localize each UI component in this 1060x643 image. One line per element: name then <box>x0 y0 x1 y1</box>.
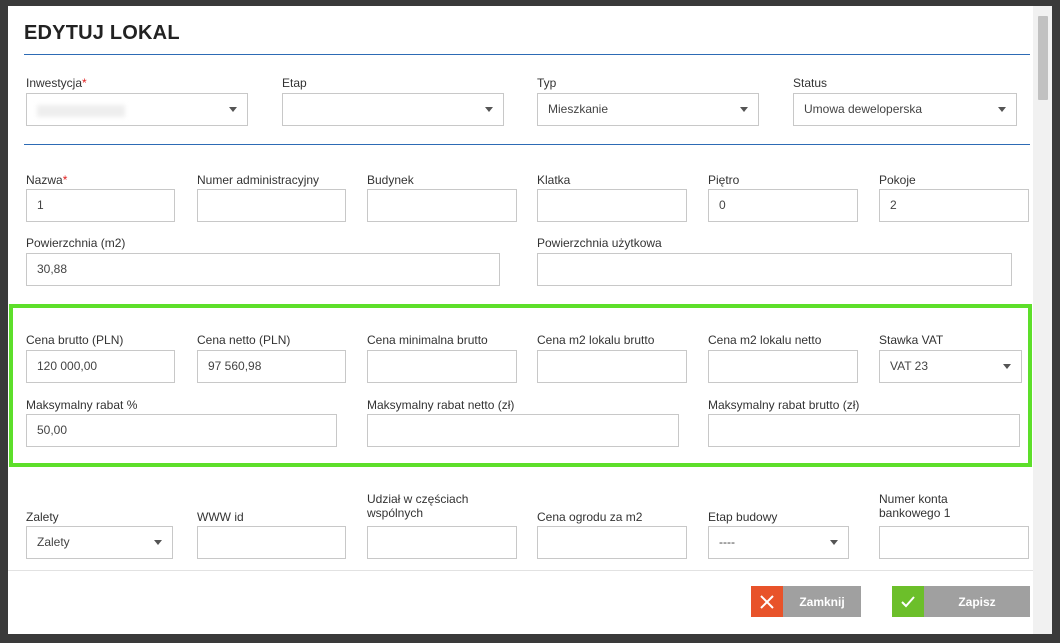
pow-uzytkowa-label: Powierzchnia użytkowa <box>537 236 662 250</box>
www-id-label: WWW id <box>197 510 244 524</box>
checkmark-icon <box>892 586 924 617</box>
udzial-input[interactable] <box>367 526 517 559</box>
etap-select[interactable] <box>282 93 504 126</box>
chevron-down-icon <box>830 540 838 545</box>
chevron-down-icon <box>998 107 1006 112</box>
cena-m2-brutto-label: Cena m2 lokalu brutto <box>537 333 655 347</box>
powierzchnia-input[interactable]: 30,88 <box>26 253 500 286</box>
close-button[interactable]: Zamknij <box>751 586 861 617</box>
redacted-value <box>37 105 125 117</box>
cena-m2-brutto-input[interactable] <box>537 350 687 383</box>
powierzchnia-label: Powierzchnia (m2) <box>26 236 126 250</box>
numer-adm-label: Numer administracyjny <box>197 173 320 187</box>
chevron-down-icon <box>485 107 493 112</box>
pietro-label: Piętro <box>708 173 740 187</box>
max-rabat-brutto-label: Maksymalny rabat brutto (zł) <box>708 398 860 412</box>
chevron-down-icon <box>154 540 162 545</box>
zalety-label: Zalety <box>26 510 59 524</box>
etap-label: Etap <box>282 76 307 90</box>
cena-m2-netto-label: Cena m2 lokalu netto <box>708 333 822 347</box>
section-divider <box>24 144 1030 145</box>
numer-adm-input[interactable] <box>197 189 346 222</box>
pietro-input[interactable]: 0 <box>708 189 858 222</box>
cena-min-label: Cena minimalna brutto <box>367 333 488 347</box>
numer-konta-input[interactable] <box>879 526 1029 559</box>
cena-ogrodu-input[interactable] <box>537 526 687 559</box>
inwestycja-select[interactable] <box>26 93 248 126</box>
footer-divider <box>8 570 1033 571</box>
save-button[interactable]: Zapisz <box>892 586 1030 617</box>
klatka-input[interactable] <box>537 189 687 222</box>
max-rabat-brutto-input[interactable] <box>708 414 1020 447</box>
cena-brutto-input[interactable]: 120 000,00 <box>26 350 175 383</box>
budynek-input[interactable] <box>367 189 517 222</box>
typ-select[interactable]: Mieszkanie <box>537 93 759 126</box>
close-icon <box>751 586 783 617</box>
vertical-scrollbar[interactable] <box>1033 6 1052 634</box>
udzial-label: Udział w częściach wspólnych <box>367 492 469 520</box>
max-rabat-input[interactable]: 50,00 <box>26 414 337 447</box>
max-rabat-label: Maksymalny rabat % <box>26 398 138 412</box>
etap-budowy-label: Etap budowy <box>708 510 778 524</box>
chevron-down-icon <box>740 107 748 112</box>
cena-min-input[interactable] <box>367 350 517 383</box>
close-button-label: Zamknij <box>799 594 845 609</box>
title-divider <box>24 54 1030 55</box>
save-button-label: Zapisz <box>958 594 996 609</box>
edit-unit-modal: EDYTUJ LOKAL Inwestycja* Etap Typ Mieszk… <box>8 6 1052 634</box>
scrollbar-thumb[interactable] <box>1038 16 1048 100</box>
inwestycja-label: Inwestycja* <box>26 76 87 90</box>
etap-budowy-select[interactable]: ---- <box>708 526 849 559</box>
status-select[interactable]: Umowa deweloperska <box>793 93 1017 126</box>
numer-konta-label: Numer konta bankowego 1 <box>879 492 951 520</box>
modal-title: EDYTUJ LOKAL <box>24 22 180 44</box>
chevron-down-icon <box>229 107 237 112</box>
cena-brutto-label: Cena brutto (PLN) <box>26 333 124 347</box>
stawka-vat-select[interactable]: VAT 23 <box>879 350 1022 383</box>
pow-uzytkowa-input[interactable] <box>537 253 1012 286</box>
max-rabat-netto-input[interactable] <box>367 414 679 447</box>
cena-m2-netto-input[interactable] <box>708 350 858 383</box>
cena-netto-input[interactable]: 97 560,98 <box>197 350 346 383</box>
chevron-down-icon <box>1003 364 1011 369</box>
cena-ogrodu-label: Cena ogrodu za m2 <box>537 510 643 524</box>
status-label: Status <box>793 76 828 90</box>
klatka-label: Klatka <box>537 173 571 187</box>
cena-netto-label: Cena netto (PLN) <box>197 333 291 347</box>
www-id-input[interactable] <box>197 526 346 559</box>
nazwa-label: Nazwa* <box>26 173 68 187</box>
pokoje-label: Pokoje <box>879 173 916 187</box>
pokoje-input[interactable]: 2 <box>879 189 1029 222</box>
zalety-select[interactable]: Zalety <box>26 526 173 559</box>
max-rabat-netto-label: Maksymalny rabat netto (zł) <box>367 398 515 412</box>
budynek-label: Budynek <box>367 173 414 187</box>
stawka-vat-label: Stawka VAT <box>879 333 944 347</box>
nazwa-input[interactable]: 1 <box>26 189 175 222</box>
typ-label: Typ <box>537 76 557 90</box>
